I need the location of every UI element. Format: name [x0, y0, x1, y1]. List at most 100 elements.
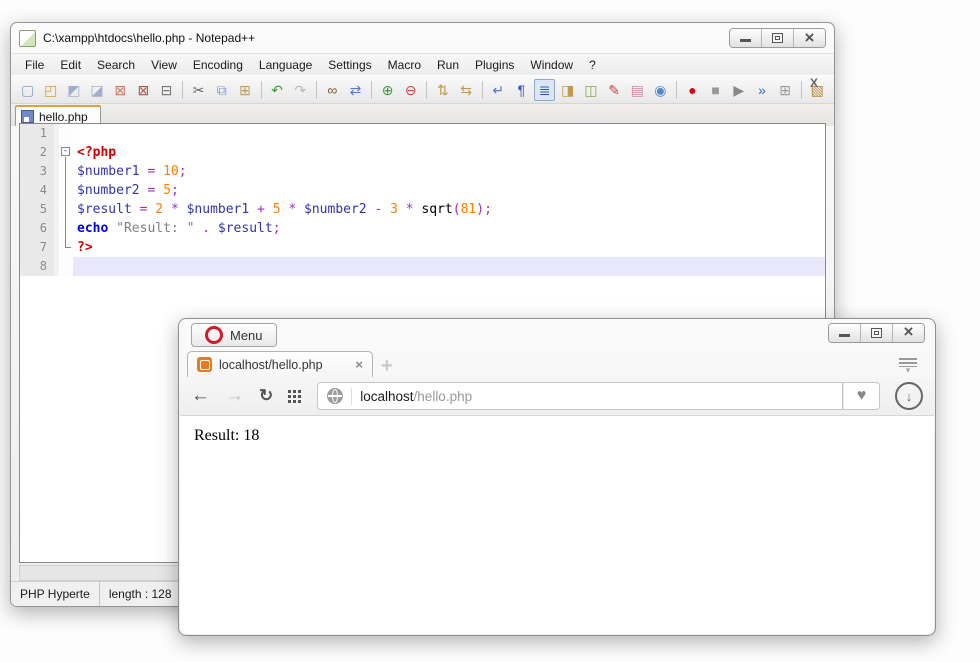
- fold-collapse-icon[interactable]: -: [61, 147, 70, 156]
- new-tab-button[interactable]: +: [381, 359, 393, 373]
- close-tab-icon[interactable]: ×: [355, 357, 363, 372]
- paste-icon[interactable]: ⊞: [234, 79, 255, 101]
- line-number: 5: [20, 200, 54, 219]
- menu-item[interactable]: Window: [522, 56, 581, 74]
- menu-item[interactable]: Encoding: [185, 56, 251, 74]
- back-button[interactable]: ←: [191, 385, 210, 407]
- bookmark-heart-button[interactable]: [843, 382, 880, 410]
- menu-item[interactable]: Language: [251, 56, 320, 74]
- code-text: ?>: [73, 238, 825, 257]
- forward-button[interactable]: →: [225, 385, 244, 407]
- opera-close-button[interactable]: [893, 324, 924, 342]
- zoom-in-icon[interactable]: ⊕: [377, 79, 398, 101]
- menu-item[interactable]: Run: [429, 56, 467, 74]
- save-icon[interactable]: ◩: [63, 79, 84, 101]
- macro-record-icon[interactable]: ●: [682, 79, 703, 101]
- restore-button[interactable]: [762, 29, 794, 47]
- tab-menu-button[interactable]: ▾: [899, 358, 917, 374]
- line-number: 8: [20, 257, 54, 276]
- menu-item[interactable]: Edit: [52, 56, 89, 74]
- code-text: [73, 124, 825, 143]
- tab-title: localhost/hello.php: [219, 358, 323, 372]
- browser-tab[interactable]: localhost/hello.php ×: [187, 351, 373, 377]
- opera-titlebar[interactable]: Menu: [179, 319, 935, 350]
- status-doc-type: PHP Hyperte: [11, 582, 100, 606]
- menu-item[interactable]: View: [143, 56, 185, 74]
- line-number: 7: [20, 238, 54, 257]
- edit-popup-icon[interactable]: ✎: [603, 79, 624, 101]
- site-globe-icon: [327, 388, 343, 404]
- opera-menu-label: Menu: [230, 328, 263, 343]
- fold-margin: [59, 219, 73, 238]
- macro-play-icon[interactable]: ▶: [728, 79, 749, 101]
- print-icon[interactable]: ⊟: [156, 79, 177, 101]
- redo-icon[interactable]: ↷: [290, 79, 311, 101]
- show-all-characters-icon[interactable]: ¶: [511, 79, 532, 101]
- menu-item[interactable]: File: [17, 56, 52, 74]
- sync-horizontal-scrolling-icon[interactable]: ⇆: [456, 79, 477, 101]
- opera-tab-bar: localhost/hello.php × + ▾: [179, 350, 935, 377]
- menu-item[interactable]: ?: [581, 56, 604, 74]
- new-file-icon[interactable]: ▢: [17, 79, 38, 101]
- restore-icon: [871, 328, 882, 338]
- result-text: Result: 18: [194, 427, 259, 444]
- window-controls: [729, 28, 826, 48]
- zoom-out-icon[interactable]: ⊖: [400, 79, 421, 101]
- menu-item[interactable]: Plugins: [467, 56, 522, 74]
- folder-as-workspace-icon[interactable]: ▤: [627, 79, 648, 101]
- save-all-icon[interactable]: ◪: [86, 79, 107, 101]
- tab-label: hello.php: [39, 110, 88, 124]
- desktop: C:\xampp\htdocs\hello.php - Notepad++ Fi…: [0, 0, 980, 662]
- fold-margin: [59, 200, 73, 219]
- find-icon[interactable]: ∞: [322, 79, 343, 101]
- line-number: 4: [20, 181, 54, 200]
- macro-run-multiple-icon[interactable]: »: [751, 79, 772, 101]
- download-button[interactable]: ↓: [895, 382, 923, 410]
- menu-item[interactable]: Search: [89, 56, 143, 74]
- word-wrap-icon[interactable]: ↵: [488, 79, 509, 101]
- code-line[interactable]: 6echo "Result: " . $result;: [20, 219, 825, 238]
- document-map-icon[interactable]: ◫: [580, 79, 601, 101]
- function-list-icon[interactable]: ◨: [557, 79, 578, 101]
- menu-item[interactable]: Macro: [380, 56, 429, 74]
- undo-icon[interactable]: ↶: [267, 79, 288, 101]
- download-arrow-icon: ↓: [906, 389, 913, 404]
- url-text[interactable]: localhost/hello.php: [360, 389, 472, 404]
- close-document-icon[interactable]: ⊠: [110, 79, 131, 101]
- opera-menu-button[interactable]: Menu: [191, 323, 277, 347]
- code-line[interactable]: 8: [20, 257, 825, 276]
- code-line[interactable]: 2-<?php: [20, 143, 825, 162]
- toolbar-separator: [426, 81, 427, 99]
- close-icon: [805, 31, 815, 46]
- monitoring-icon[interactable]: ◉: [650, 79, 671, 101]
- minimize-button[interactable]: [730, 29, 762, 47]
- macro-save-icon[interactable]: ⊞: [775, 79, 796, 101]
- close-all-documents-icon[interactable]: ⊠: [133, 79, 154, 101]
- opera-restore-button[interactable]: [861, 324, 893, 342]
- close-document-x[interactable]: X: [800, 76, 828, 90]
- sync-vertical-scrolling-icon[interactable]: ⇅: [432, 79, 453, 101]
- cut-icon[interactable]: ✂: [188, 79, 209, 101]
- copy-icon[interactable]: ⧉: [211, 79, 232, 101]
- open-file-icon[interactable]: ◰: [40, 79, 61, 101]
- notepadpp-titlebar[interactable]: C:\xampp\htdocs\hello.php - Notepad++: [11, 23, 834, 53]
- replace-icon[interactable]: ⇄: [345, 79, 366, 101]
- close-icon: [904, 324, 914, 342]
- code-text: $result = 2 * $number1 + 5 * $number2 - …: [73, 200, 825, 219]
- menu-item[interactable]: Settings: [320, 56, 379, 74]
- macro-stop-icon[interactable]: ■: [705, 79, 726, 101]
- address-bar[interactable]: localhost/hello.php: [317, 382, 843, 410]
- code-line[interactable]: 5 $result = 2 * $number1 + 5 * $number2 -…: [20, 200, 825, 219]
- speed-dial-icon[interactable]: [288, 389, 302, 403]
- notepadpp-app-icon: [19, 30, 36, 47]
- code-line[interactable]: 3$number1 = 10;: [20, 162, 825, 181]
- close-button[interactable]: [794, 29, 825, 47]
- reload-button[interactable]: ↻: [259, 386, 273, 406]
- xampp-favicon: [197, 357, 212, 372]
- opera-minimize-button[interactable]: [829, 324, 861, 342]
- code-line[interactable]: 7 ?>: [20, 238, 825, 257]
- code-line[interactable]: 1: [20, 124, 825, 143]
- show-indent-guide-icon[interactable]: ≣: [534, 79, 555, 101]
- code-line[interactable]: 4$number2 = 5;: [20, 181, 825, 200]
- fold-margin[interactable]: -: [59, 143, 73, 162]
